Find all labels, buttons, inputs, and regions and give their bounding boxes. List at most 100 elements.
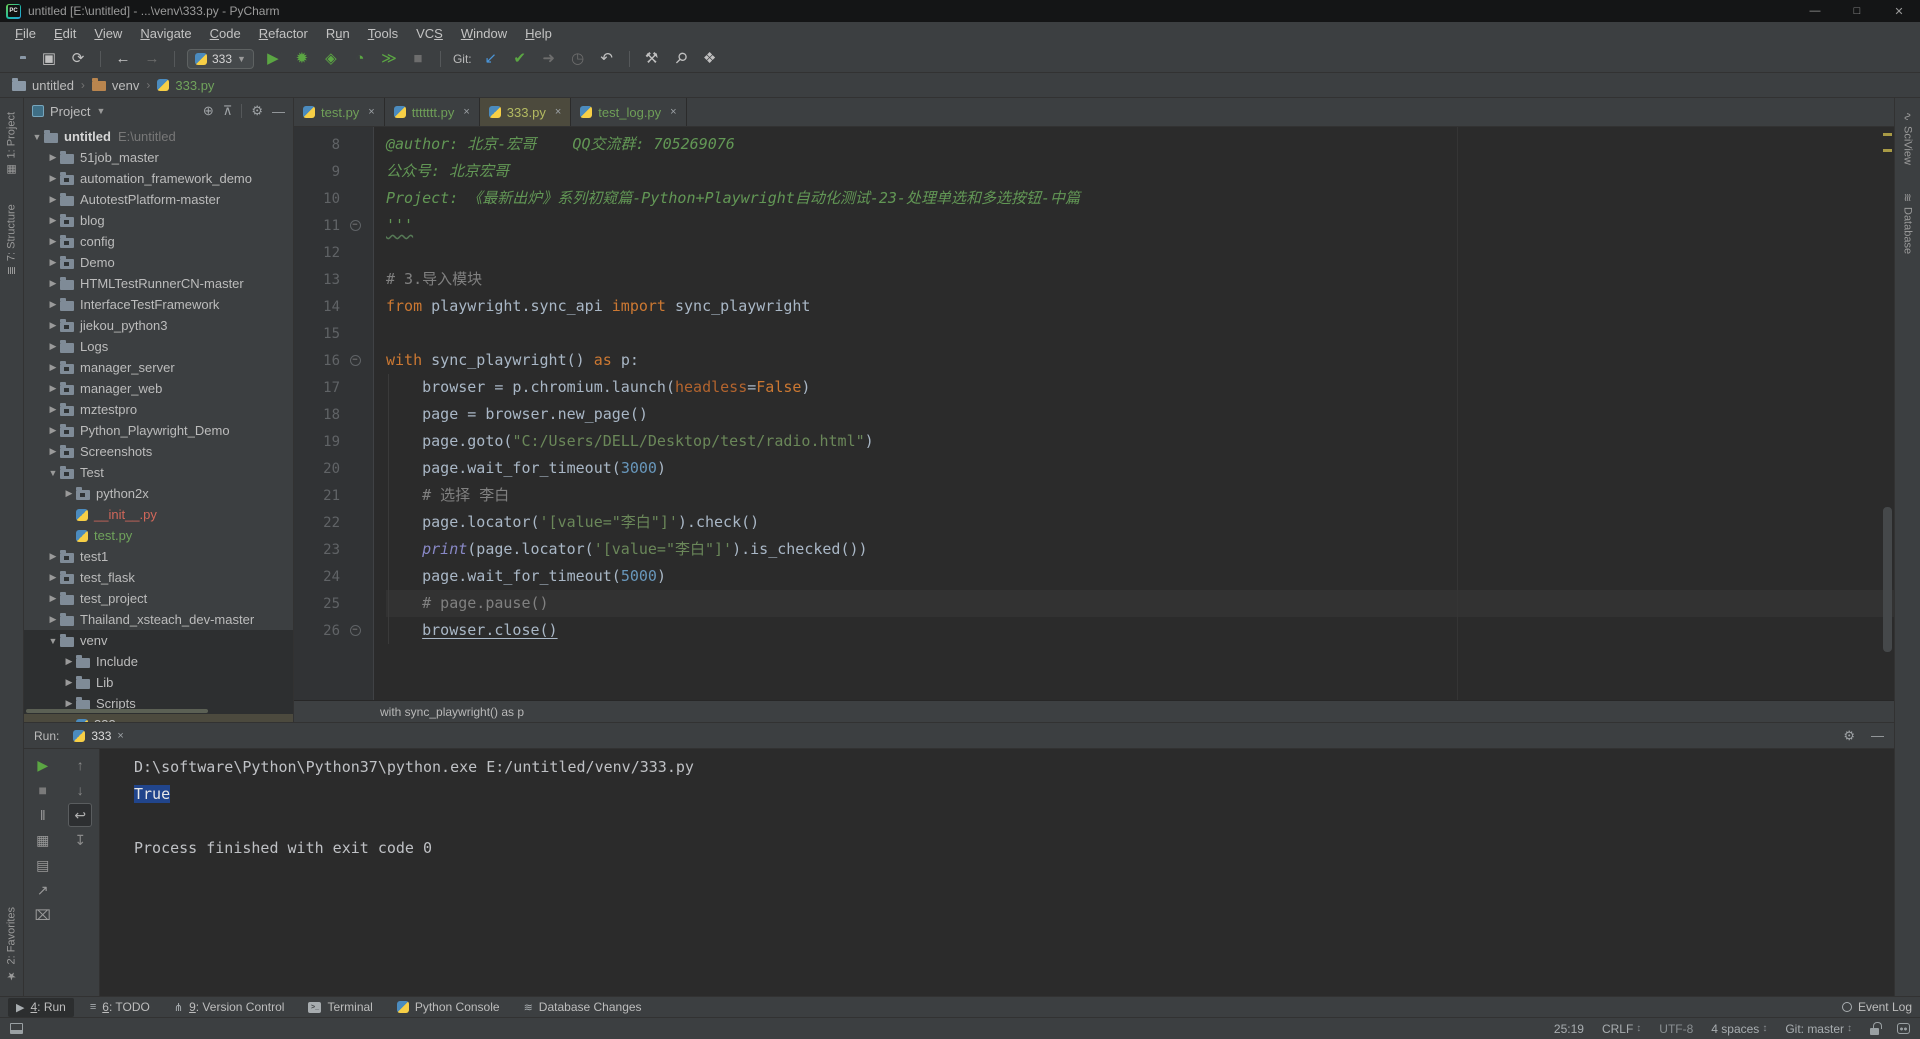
tree-item-Test[interactable]: ▼ Test: [24, 462, 293, 483]
tree-item-python2x[interactable]: ▶ python2x: [24, 483, 293, 504]
history-icon[interactable]: ◷: [568, 51, 588, 66]
tool-stripe-database[interactable]: ≋ Database: [1901, 193, 1914, 254]
tool-stripe-project[interactable]: ▦ 1: Project: [5, 112, 19, 176]
menu-vcs[interactable]: VCS: [407, 22, 452, 45]
fold-icon[interactable]: −: [349, 625, 361, 636]
menu-edit[interactable]: Edit: [45, 22, 85, 45]
expand-arrow-icon[interactable]: ▶: [46, 236, 60, 247]
debug-icon[interactable]: ✹: [292, 51, 312, 66]
tree-item-test_flask[interactable]: ▶ test_flask: [24, 567, 293, 588]
tree-item-InterfaceTestFramework[interactable]: ▶ InterfaceTestFramework: [24, 294, 293, 315]
lock-icon[interactable]: [1870, 1021, 1882, 1035]
git-branch[interactable]: Git: master ↕: [1785, 1022, 1852, 1036]
close-icon[interactable]: ×: [117, 730, 123, 742]
print-icon[interactable]: ▤: [31, 853, 55, 877]
expand-arrow-icon[interactable]: ▶: [46, 383, 60, 394]
gutter-line-16[interactable]: 16−: [294, 347, 373, 374]
gutter-line-22[interactable]: 22: [294, 509, 373, 536]
gutter-line-20[interactable]: 20: [294, 455, 373, 482]
gutter-line-9[interactable]: 9: [294, 158, 373, 185]
code-line-22[interactable]: page.locator('[value="李白"]').check(): [386, 509, 1894, 536]
tree-item-mztestpro[interactable]: ▶ mztestpro: [24, 399, 293, 420]
gear-icon[interactable]: ⚙: [251, 103, 263, 119]
tree-item-Python_Playwright_Demo[interactable]: ▶ Python_Playwright_Demo: [24, 420, 293, 441]
gutter-line-19[interactable]: 19: [294, 428, 373, 455]
code-line-13[interactable]: # 3.导入模块: [386, 266, 1894, 293]
gutter-line-12[interactable]: 12: [294, 239, 373, 266]
tree-item-blog[interactable]: ▶ blog: [24, 210, 293, 231]
menu-help[interactable]: Help: [516, 22, 561, 45]
toolwindow-version-control[interactable]: ⋔ 9: Version Control: [166, 998, 293, 1017]
gutter-line-23[interactable]: 23: [294, 536, 373, 563]
next-occurrence-icon[interactable]: ↓: [68, 778, 92, 802]
expand-arrow-icon[interactable]: ▶: [46, 362, 60, 373]
stop-icon[interactable]: ■: [31, 778, 55, 802]
tree-item-config[interactable]: ▶ config: [24, 231, 293, 252]
code-line-21[interactable]: # 选择 李白: [386, 482, 1894, 509]
expand-arrow-icon[interactable]: ▶: [46, 425, 60, 436]
collapse-all-icon[interactable]: ⊼: [223, 103, 233, 119]
expand-arrow-icon[interactable]: ▶: [46, 341, 60, 352]
code-line-24[interactable]: page.wait_for_timeout(5000): [386, 563, 1894, 590]
menu-run[interactable]: Run: [317, 22, 359, 45]
menu-file[interactable]: File: [6, 22, 45, 45]
gutter-line-18[interactable]: 18: [294, 401, 373, 428]
rollback-icon[interactable]: ↶: [597, 51, 617, 66]
expand-arrow-icon[interactable]: ▶: [46, 215, 60, 226]
code-line-17[interactable]: browser = p.chromium.launch(headless=Fal…: [386, 374, 1894, 401]
gutter-line-11[interactable]: 11−: [294, 212, 373, 239]
find-in-path-icon[interactable]: ❖: [700, 51, 720, 66]
gutter-line-10[interactable]: 10: [294, 185, 373, 212]
code-line-8[interactable]: @author: 北京-宏哥 QQ交流群: 705269076: [386, 131, 1894, 158]
expand-arrow-icon[interactable]: ▶: [46, 593, 60, 604]
tree-item-venv[interactable]: ▼ venv: [24, 630, 293, 651]
close-button[interactable]: ✕: [1878, 0, 1920, 22]
event-log-button[interactable]: Event Log: [1841, 1000, 1912, 1014]
toolwindow-python-console[interactable]: Python Console: [389, 998, 508, 1017]
pin-icon[interactable]: ↗: [31, 878, 55, 902]
update-project-icon[interactable]: ↙: [481, 51, 501, 66]
expand-arrow-icon[interactable]: ▶: [46, 299, 60, 310]
code-line-19[interactable]: page.goto("C:/Users/DELL/Desktop/test/ra…: [386, 428, 1894, 455]
tree-item-Demo[interactable]: ▶ Demo: [24, 252, 293, 273]
breadcrumb-item-untitled[interactable]: untitled: [12, 78, 74, 93]
code-line-23[interactable]: print(page.locator('[value="李白"]').is_ch…: [386, 536, 1894, 563]
code-line-15[interactable]: [386, 320, 1894, 347]
expand-arrow-icon[interactable]: ▶: [46, 614, 60, 625]
tab-ttttttt.py[interactable]: ttttttt.py ×: [385, 98, 480, 126]
synchronize-icon[interactable]: ⟳: [68, 51, 88, 66]
expand-arrow-icon[interactable]: ▶: [62, 488, 76, 499]
clear-all-icon[interactable]: ⌧: [31, 903, 55, 927]
soft-wrap-icon[interactable]: ↩: [68, 803, 93, 827]
fold-icon[interactable]: −: [349, 220, 361, 231]
code-line-9[interactable]: 公众号: 北京宏哥: [386, 158, 1894, 185]
tool-stripe-favorites[interactable]: ★ 2: Favorites: [5, 907, 19, 982]
tree-item-AutotestPlatform-master[interactable]: ▶ AutotestPlatform-master: [24, 189, 293, 210]
tree-item-automation_framework_demo[interactable]: ▶ automation_framework_demo: [24, 168, 293, 189]
menu-window[interactable]: Window: [452, 22, 516, 45]
expand-arrow-icon[interactable]: ▶: [46, 404, 60, 415]
expand-arrow-icon[interactable]: ▶: [46, 446, 60, 457]
gutter-line-21[interactable]: 21: [294, 482, 373, 509]
toolwindow-run[interactable]: ▶ 4: Run: [8, 997, 74, 1017]
toolwindow-terminal[interactable]: >_ Terminal: [300, 998, 380, 1017]
search-everywhere-icon[interactable]: ⚲: [668, 46, 693, 71]
breadcrumb-item-venv[interactable]: venv: [91, 78, 139, 93]
run-with-icon[interactable]: ≫: [379, 51, 399, 66]
tree-item-HTMLTestRunnerCN-master[interactable]: ▶ HTMLTestRunnerCN-master: [24, 273, 293, 294]
chevron-down-icon[interactable]: ▼: [96, 106, 105, 116]
gutter-line-26[interactable]: 26−: [294, 617, 373, 644]
menu-code[interactable]: Code: [201, 22, 250, 45]
tab-test_log.py[interactable]: test_log.py ×: [571, 98, 687, 126]
tree-item-jiekou_python3[interactable]: ▶ jiekou_python3: [24, 315, 293, 336]
back-icon[interactable]: ←: [113, 51, 133, 66]
restore-layout-icon[interactable]: ▦: [31, 828, 55, 852]
tree-item-__init__.py[interactable]: __init__.py: [24, 504, 293, 525]
expand-arrow-icon[interactable]: ▶: [46, 152, 60, 163]
gear-icon[interactable]: ⚙: [1843, 728, 1855, 744]
gutter-line-15[interactable]: 15: [294, 320, 373, 347]
toolwindow-todo[interactable]: ≡ 6: TODO: [82, 998, 158, 1017]
file-encoding[interactable]: UTF-8: [1659, 1022, 1693, 1036]
editor-gutter[interactable]: 8 9 10 11−12 13 14 15 16−17 18 19 20 21 22 23 24 25 26−: [294, 127, 374, 700]
tree-item-manager_web[interactable]: ▶ manager_web: [24, 378, 293, 399]
